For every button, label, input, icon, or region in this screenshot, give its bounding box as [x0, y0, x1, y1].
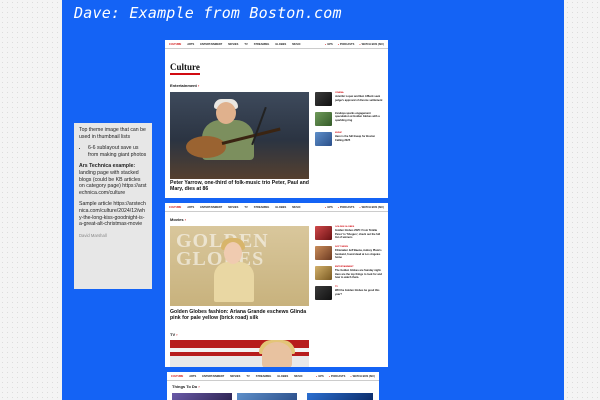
- side-list: GOLDEN GLOBES Golden Globes 2025: From 'E…: [315, 226, 383, 306]
- thumbnail: [315, 112, 332, 126]
- hero-headline[interactable]: Golden Globes fashion: Ariana Grande esc…: [170, 309, 309, 322]
- nav-item[interactable]: STREAMING: [254, 43, 270, 46]
- nav-item[interactable]: MOVIES: [228, 43, 238, 46]
- nav-right: GPS PODCASTS WATCH BOS (SIC): [325, 206, 384, 209]
- hero-image[interactable]: GOLDENGLOBES: [170, 226, 309, 306]
- thumbnail: [315, 266, 332, 280]
- subhead-things-to-do[interactable]: Things To Do: [172, 384, 200, 389]
- side-list: CINEMA Jennifer Lopez and Ben Affleck see…: [315, 92, 383, 152]
- nav-item[interactable]: STREAMING: [256, 375, 272, 378]
- nav-right-item[interactable]: PODCASTS: [338, 43, 354, 46]
- thumbnail[interactable]: [307, 393, 373, 400]
- note-ars-heading: Ars Technica example:: [79, 163, 136, 170]
- nav-right-item[interactable]: WATCH BOS (SIC): [350, 375, 375, 378]
- nav-right-item[interactable]: WATCH BOS (SIC): [359, 43, 384, 46]
- nav-item[interactable]: MUSIC: [294, 375, 302, 378]
- section-title: Culture: [170, 62, 200, 72]
- note-sample: Sample article https://arstechnica.com/c…: [79, 201, 147, 227]
- nav-item[interactable]: ARTS: [189, 375, 196, 378]
- thumbnail: [315, 226, 332, 240]
- nav-item[interactable]: TV: [244, 43, 247, 46]
- note-author: David Marshall: [79, 232, 107, 238]
- item-text: Will the Golden Globes be good this year…: [335, 289, 380, 296]
- note-bullets: 6-6 sublayout save us from making giant …: [79, 145, 147, 158]
- list-item[interactable]: SOFT NEWS Filmmaker Jeff Baena, Aubrey Pl…: [315, 246, 383, 260]
- nav-right-item[interactable]: GPS: [325, 43, 332, 46]
- item-text: The Golden Globes are Sunday night. Here…: [335, 269, 382, 279]
- list-item[interactable]: Zendaya sparks engagement speculation at…: [315, 112, 383, 126]
- screenshot-culture[interactable]: CULTURE ARTS ENTERTAINMENT MOVIES TV STR…: [165, 40, 388, 198]
- item-text: Here is the full lineup for Boston Calli…: [335, 135, 376, 142]
- item-text: Zendaya sparks engagement speculation at…: [335, 112, 380, 122]
- nav-item[interactable]: TV: [246, 375, 249, 378]
- nav-item[interactable]: GLOBES: [275, 206, 286, 209]
- note-bullet: 6-6 sublayout save us from making giant …: [88, 145, 147, 158]
- note-intro: Top theme image that can be used in thum…: [79, 127, 146, 140]
- thumbnail: [315, 246, 332, 260]
- nav-item[interactable]: ARTS: [187, 206, 194, 209]
- top-nav: CULTURE ARTS ENTERTAINMENT MOVIES TV STR…: [165, 40, 388, 49]
- item-text: Filmmaker Jeff Baena, Aubrey Plaza's hus…: [335, 249, 382, 259]
- nav-right: GPS PODCASTS WATCH BOS (SIC): [316, 375, 375, 378]
- nav-item[interactable]: STREAMING: [254, 206, 270, 209]
- nav-item[interactable]: CULTURE: [169, 43, 181, 46]
- nav-item[interactable]: MOVIES: [228, 206, 238, 209]
- nav-item[interactable]: MUSIC: [292, 206, 300, 209]
- nav-item[interactable]: ENTERTAINMENT: [200, 206, 222, 209]
- list-item[interactable]: GOLDEN GLOBES Golden Globes 2025: From 'E…: [315, 226, 383, 240]
- nav-item[interactable]: CULTURE: [169, 206, 181, 209]
- nav-right-item[interactable]: PODCASTS: [338, 206, 354, 209]
- hero-figure: [214, 262, 254, 302]
- nav-item[interactable]: GLOBES: [275, 43, 286, 46]
- top-nav: CULTURE ARTS ENTERTAINMENT MOVIES TV STR…: [167, 372, 379, 381]
- nav-item[interactable]: GLOBES: [277, 375, 288, 378]
- nav-item[interactable]: MOVIES: [230, 375, 240, 378]
- thumbnail[interactable]: [237, 393, 297, 400]
- nav-item[interactable]: TV: [244, 206, 247, 209]
- board-title: Dave: Example from Boston.com: [74, 4, 342, 22]
- nav-right-item[interactable]: GPS: [325, 206, 332, 209]
- guitar-shape: [186, 136, 226, 158]
- list-item[interactable]: MUSIC Here is the full lineup for Boston …: [315, 132, 383, 146]
- nav-item[interactable]: ARTS: [187, 43, 194, 46]
- nav-right-item[interactable]: WATCH BOS (SIC): [359, 206, 384, 209]
- thumbnail: [315, 132, 332, 146]
- nav-right-item[interactable]: GPS: [316, 375, 323, 378]
- hero-headline[interactable]: Peter Yarrow, one-third of folk-music tr…: [170, 180, 309, 193]
- nav-item[interactable]: ENTERTAINMENT: [202, 375, 224, 378]
- sticky-note[interactable]: Top theme image that can be used in thum…: [74, 123, 152, 289]
- nav-right: GPS PODCASTS WATCH BOS (SIC): [325, 43, 384, 46]
- list-item[interactable]: ENTERTAINMENT The Golden Globes are Sunda…: [315, 266, 383, 280]
- thumbnail: [315, 92, 332, 106]
- hero-head: [216, 102, 236, 124]
- thumbnail[interactable]: [172, 393, 232, 400]
- tv-hero-image[interactable]: [170, 340, 309, 367]
- note-sample-label: Sample article: [79, 201, 112, 208]
- item-text: Golden Globes 2025: From 'Emilia Perez' …: [335, 229, 381, 239]
- nav-right-item[interactable]: PODCASTS: [329, 375, 345, 378]
- nav-item[interactable]: ENTERTAINMENT: [200, 43, 222, 46]
- subhead-entertainment[interactable]: Entertainment: [170, 83, 199, 88]
- item-text: Jennifer Lopez and Ben Affleck seek judg…: [335, 95, 383, 102]
- tv-face: [262, 342, 292, 367]
- hero-head: [224, 242, 242, 264]
- mic-stand: [251, 106, 267, 146]
- top-nav: CULTURE ARTS ENTERTAINMENT MOVIES TV STR…: [165, 203, 388, 212]
- nav-item[interactable]: CULTURE: [171, 375, 183, 378]
- nav-item[interactable]: MUSIC: [292, 43, 300, 46]
- screenshot-things-to-do[interactable]: CULTURE ARTS ENTERTAINMENT MOVIES TV STR…: [167, 372, 379, 400]
- thumbnail: [315, 286, 332, 300]
- list-item[interactable]: CINEMA Jennifer Lopez and Ben Affleck see…: [315, 92, 383, 106]
- note-ars: Ars Technica example: landing page with …: [79, 163, 147, 196]
- section-underline: [170, 73, 200, 75]
- screenshot-movies[interactable]: CULTURE ARTS ENTERTAINMENT MOVIES TV STR…: [165, 203, 388, 367]
- hero-image[interactable]: [170, 92, 309, 179]
- subhead-movies[interactable]: Movies: [170, 217, 186, 222]
- list-item[interactable]: TV Will the Golden Globes be good this ye…: [315, 286, 383, 300]
- subhead-tv[interactable]: TV: [170, 332, 178, 337]
